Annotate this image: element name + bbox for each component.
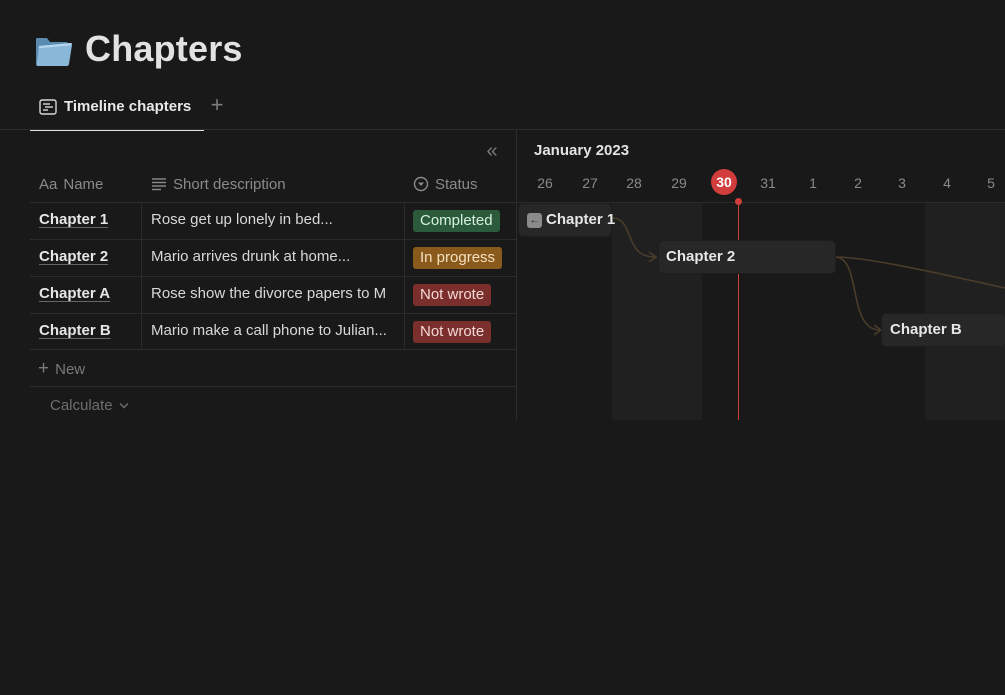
timeline-month: January 2023: [534, 142, 630, 159]
timeline-icon: [39, 99, 57, 115]
calculate-button[interactable]: Calculate: [50, 394, 129, 416]
dependency-line: [834, 256, 1005, 289]
row-divider: [30, 386, 516, 387]
column-divider: [404, 202, 405, 349]
row-description[interactable]: Mario arrives drunk at home...: [151, 248, 404, 265]
row-name-chapter-a[interactable]: Chapter A: [39, 285, 110, 302]
timeline-day: 2: [854, 175, 862, 191]
dependency-line: [611, 217, 656, 258]
double-chevron-left-icon[interactable]: «: [481, 141, 503, 163]
timeline-bar-chapter-1[interactable]: ← Chapter 1: [519, 204, 615, 236]
folder-icon[interactable]: [33, 30, 73, 70]
timeline-day: 27: [582, 175, 598, 191]
today-line: [738, 202, 739, 420]
timeline-day: 31: [760, 175, 776, 191]
row-description[interactable]: Mario make a call phone to Julian...: [151, 322, 404, 339]
status-icon: [413, 175, 429, 201]
status-badge[interactable]: Completed: [413, 210, 500, 232]
chevron-down-icon: [119, 394, 129, 416]
timeline-bar-chapter-2[interactable]: Chapter 2: [659, 241, 835, 273]
tab-label: Timeline chapters: [64, 98, 192, 115]
column-header-status[interactable]: Status: [413, 172, 478, 198]
text-type-icon: Aa: [39, 176, 58, 193]
timeline-day: 1: [809, 175, 817, 191]
row-divider: [30, 313, 516, 314]
row-divider: [30, 202, 516, 203]
status-badge[interactable]: In progress: [413, 247, 503, 269]
timeline-day: 3: [898, 175, 906, 191]
column-header-name[interactable]: Aa Name: [39, 172, 103, 198]
dependency-line: [834, 256, 881, 331]
row-divider: [30, 349, 516, 350]
today-dot: [735, 198, 742, 205]
timeline-day: 28: [626, 175, 642, 191]
column-divider: [141, 202, 142, 349]
timeline-bar-label: Chapter 1: [546, 211, 616, 228]
column-header-description[interactable]: Short description: [151, 172, 286, 198]
timeline-day: 5: [987, 175, 995, 191]
new-row-button[interactable]: + New: [38, 358, 85, 380]
row-description[interactable]: Rose show the divorce papers to M: [151, 285, 404, 302]
row-divider: [30, 239, 516, 240]
today-marker: 30: [711, 169, 737, 195]
status-badge[interactable]: Not wrote: [413, 284, 492, 306]
plus-icon[interactable]: +: [206, 94, 228, 118]
row-divider: [30, 276, 516, 277]
tab-timeline-chapters[interactable]: Timeline chapters: [30, 93, 204, 131]
page-title: Chapters: [85, 28, 243, 69]
row-name-chapter-2[interactable]: Chapter 2: [39, 248, 108, 265]
timeline-bar-chapter-b[interactable]: Chapter B: [882, 314, 1005, 346]
arrow-left-icon[interactable]: ←: [527, 213, 542, 228]
row-name-chapter-b[interactable]: Chapter B: [39, 322, 111, 339]
timeline-day: 26: [537, 175, 553, 191]
tabs-divider: [0, 129, 1005, 130]
row-name-chapter-1[interactable]: Chapter 1: [39, 211, 108, 228]
timeline-day: 29: [671, 175, 687, 191]
status-badge[interactable]: Not wrote: [413, 321, 492, 343]
timeline-bar-label: Chapter B: [890, 321, 962, 338]
row-description[interactable]: Rose get up lonely in bed...: [151, 211, 404, 228]
timeline-day: 4: [943, 175, 951, 191]
timeline-bar-label: Chapter 2: [666, 248, 736, 265]
text-lines-icon: [151, 174, 167, 200]
plus-icon: +: [38, 358, 50, 379]
